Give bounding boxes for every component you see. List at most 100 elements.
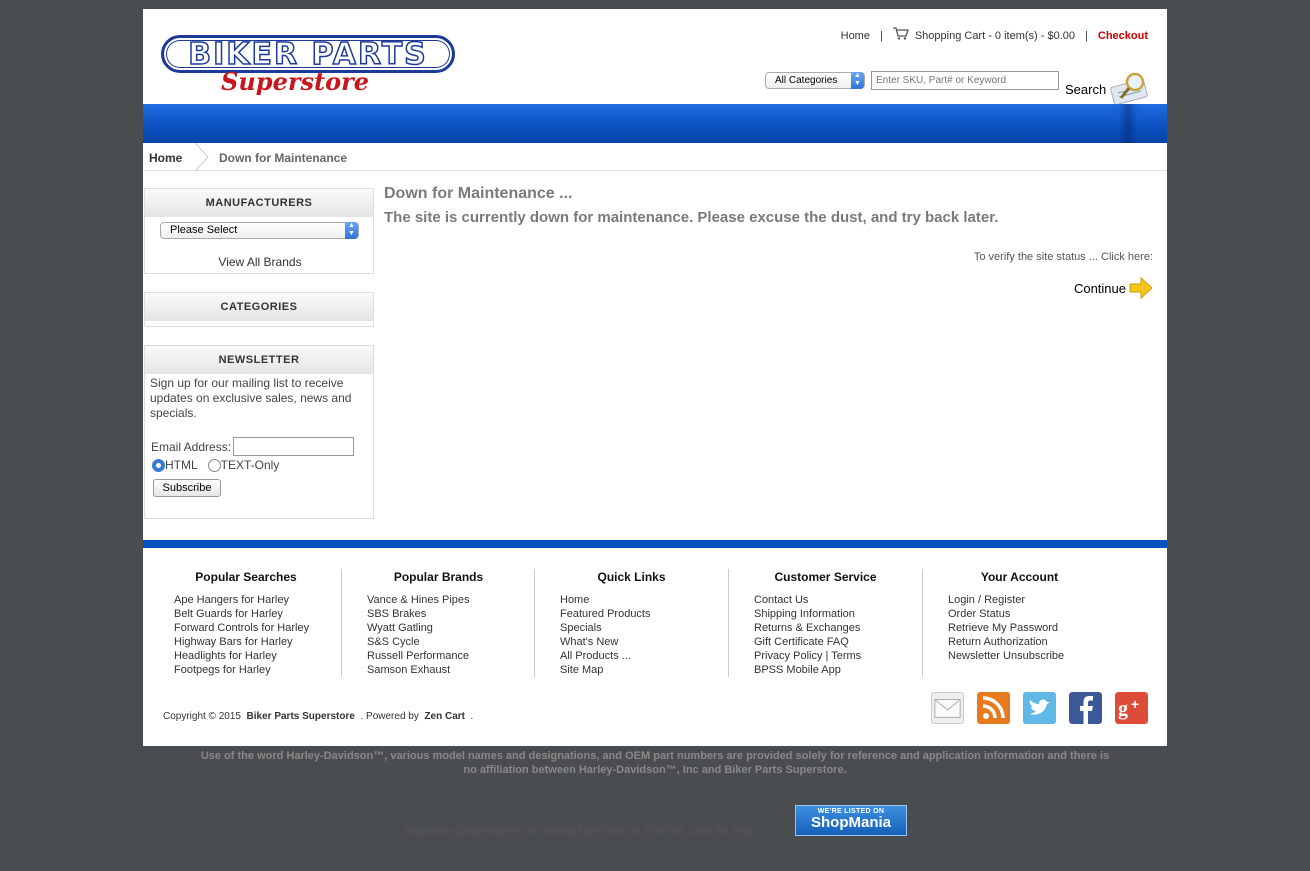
footer-link[interactable]: Home	[560, 593, 728, 607]
newsletter-box: NEWSLETTER Sign up for our mailing list …	[144, 345, 374, 519]
footer-link[interactable]: Ape Hangers for Harley	[174, 593, 343, 607]
view-all-brands-link[interactable]: View All Brands	[145, 255, 375, 269]
page-container: BIKER PARTS Superstore Home | Shopping C…	[143, 9, 1167, 746]
rss-icon[interactable]	[977, 692, 1010, 724]
breadcrumb-current: Down for Maintenance	[219, 151, 348, 165]
footer-link[interactable]: All Products ...	[560, 649, 728, 663]
footer-link[interactable]: Shipping Information	[754, 607, 922, 621]
copyright-text: Copyright © 2015	[163, 711, 241, 722]
footer-link[interactable]: BPSS Mobile App	[754, 663, 922, 677]
footer-heading: Customer Service	[774, 570, 877, 584]
magnifier-icon	[1110, 72, 1148, 105]
verify-status-text: To verify the site status ... Click here…	[973, 251, 1153, 263]
footer-link[interactable]: Retrieve My Password	[948, 621, 1116, 635]
copyright: Copyright © 2015 Biker Parts Superstore …	[163, 711, 473, 722]
newsletter-description: Sign up for our mailing list to receive …	[150, 376, 352, 420]
footer-link[interactable]: SBS Brakes	[367, 607, 535, 621]
footer-link[interactable]: Order Status	[948, 607, 1116, 621]
search-input[interactable]	[871, 70, 1059, 90]
footer-link[interactable]: Russell Performance	[367, 649, 535, 663]
navigation-bar	[143, 104, 1167, 143]
footer-heading: Popular Brands	[393, 570, 484, 584]
text-only-radio[interactable]	[207, 458, 221, 472]
footer-link[interactable]: Newsletter Unsubscribe	[948, 649, 1116, 663]
footer-link[interactable]: Wyatt Gatling	[367, 621, 535, 635]
footer-divider	[143, 540, 1167, 548]
footer-link[interactable]: Return Authorization	[948, 635, 1116, 649]
search-bar: All Categories ▲ ▼	[765, 70, 1059, 90]
categories-box: CATEGORIES	[144, 292, 374, 327]
footer-link[interactable]: Specials	[560, 621, 728, 635]
email-row: Email Address:	[151, 437, 355, 456]
footer-link[interactable]: Highway Bars for Harley	[174, 635, 343, 649]
footer-link[interactable]: Gift Certificate FAQ	[754, 635, 922, 649]
search-button-label: Search	[1065, 82, 1107, 97]
store-logo[interactable]: BIKER PARTS Superstore	[161, 35, 455, 96]
logo-sub-text: Superstore	[221, 67, 369, 96]
manufacturers-box: MANUFACTURERS Please Select ▲ ▼ View All …	[144, 188, 374, 274]
footer-link[interactable]: Login / Register	[948, 593, 1116, 607]
footer-link[interactable]: Featured Products	[560, 607, 728, 621]
footer-column-your-account: Your Account Login / Register Order Stat…	[922, 569, 1116, 677]
breadcrumb: Home Down for Maintenance	[143, 143, 1167, 171]
footer-link[interactable]: Privacy Policy | Terms	[754, 649, 922, 663]
footer-link[interactable]: Returns & Exchanges	[754, 621, 922, 635]
footer-heading: Popular Searches	[195, 570, 297, 584]
twitter-icon[interactable]	[1023, 692, 1056, 724]
shopping-cart-link[interactable]: Shopping Cart - 0 item(s) - $0.00	[915, 30, 1075, 42]
html-radio-label: HTML	[165, 458, 198, 472]
maintenance-message: The site is currently down for maintenan…	[384, 209, 999, 226]
footer-heading: Your Account	[980, 570, 1059, 584]
footer-heading: Quick Links	[597, 570, 666, 584]
facebook-icon[interactable]	[1069, 692, 1102, 724]
email-field[interactable]	[233, 437, 355, 456]
manufacturers-heading: MANUFACTURERS	[145, 189, 373, 217]
footer-link[interactable]: Footpegs for Harley	[174, 663, 343, 677]
footer-column-popular-searches: Popular Searches Ape Hangers for Harley …	[149, 569, 343, 677]
footer-link[interactable]: Site Map	[560, 663, 728, 677]
zen-cart-link[interactable]: Zen Cart	[424, 711, 465, 722]
subscribe-button[interactable]: Subscribe	[153, 479, 221, 497]
disclaimer-line: no affiliation between Harley-Davidson™,…	[463, 764, 847, 776]
footer-column-customer-service: Customer Service Contact Us Shipping Inf…	[728, 569, 922, 677]
footer-link[interactable]: S&S Cycle	[367, 635, 535, 649]
separator: |	[1085, 29, 1088, 42]
footer-link[interactable]: Vance & Hines Pipes	[367, 593, 535, 607]
home-link[interactable]: Home	[841, 30, 870, 42]
email-icon[interactable]	[931, 692, 964, 724]
shopmania-badge[interactable]: WE'RE LISTED ON ShopMania	[795, 805, 907, 836]
breadcrumb-separator-icon	[195, 143, 209, 171]
footer-link[interactable]: Samson Exhaust	[367, 663, 535, 677]
thefind-link[interactable]: Bikerparts Superstore is an Upfront Merc…	[404, 825, 753, 837]
footer-link[interactable]: Belt Guards for Harley	[174, 607, 343, 621]
html-radio[interactable]	[152, 458, 165, 472]
checkout-link[interactable]: Checkout	[1098, 30, 1148, 42]
powered-by-text: . Powered by	[360, 711, 419, 722]
google-plus-icon[interactable]: g +	[1115, 692, 1148, 724]
categories-heading: CATEGORIES	[145, 293, 373, 321]
footer-link[interactable]: Headlights for Harley	[174, 649, 343, 663]
store-name-link[interactable]: Biker Parts Superstore	[247, 711, 355, 722]
arrow-right-icon	[1129, 277, 1153, 299]
select-arrows-icon: ▲ ▼	[345, 222, 358, 239]
navbar-divider	[1118, 104, 1138, 143]
search-button[interactable]: Search	[1064, 71, 1154, 105]
category-select-value: All Categories	[775, 74, 838, 86]
continue-label: Continue	[1073, 280, 1126, 296]
shopping-cart-icon	[892, 27, 909, 40]
footer-link[interactable]: Forward Controls for Harley	[174, 621, 343, 635]
svg-text:+: +	[1131, 696, 1139, 712]
newsletter-heading: NEWSLETTER	[145, 346, 373, 374]
footer-link[interactable]: Contact Us	[754, 593, 922, 607]
manufacturer-select[interactable]: Please Select ▲ ▼	[160, 222, 359, 239]
breadcrumb-home[interactable]: Home	[149, 151, 182, 165]
separator: |	[879, 29, 883, 42]
svg-text:g: g	[1118, 698, 1128, 720]
category-select[interactable]: All Categories ▲ ▼	[765, 71, 865, 89]
disclaimer-line: Use of the word Harley-Davidson™, variou…	[200, 750, 1110, 762]
footer-link[interactable]: What's New	[560, 635, 728, 649]
continue-button[interactable]: Continue	[1074, 277, 1154, 299]
shopmania-name: ShopMania	[810, 814, 891, 831]
footer-column-quick-links: Quick Links Home Featured Products Speci…	[534, 569, 728, 677]
disclaimer: Use of the word Harley-Davidson™, variou…	[143, 749, 1167, 777]
